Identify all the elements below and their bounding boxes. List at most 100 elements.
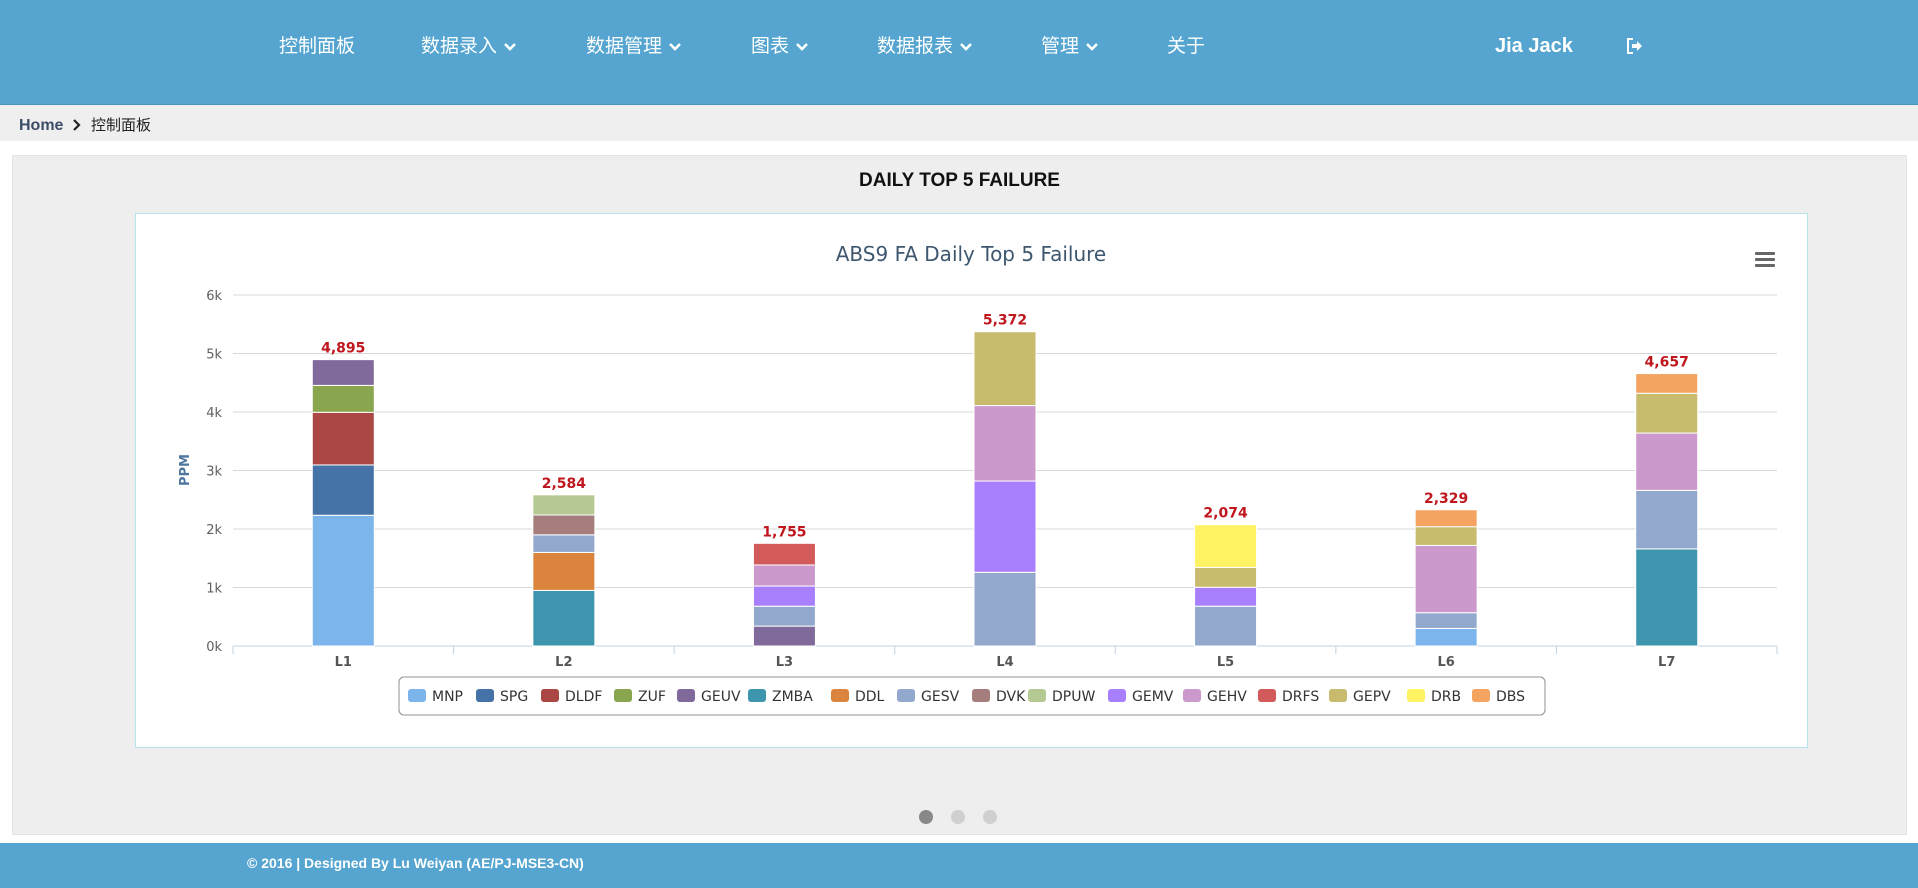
legend-label: ZMBA	[772, 689, 813, 705]
bar-segment-gesv-l2	[532, 534, 596, 553]
legend-swatch	[476, 689, 494, 702]
top-navbar: 控制面板 数据录入 数据管理 图表 数据报表 管理 关于 Jia Jack	[0, 0, 1918, 105]
y-axis-label: PPM	[178, 454, 193, 486]
bar-segment-dvk-l2	[532, 514, 596, 536]
legend-label: GEUV	[701, 689, 741, 705]
bar-segment-drb-l5	[1194, 524, 1258, 568]
stacked-bar-chart: ABS9 FA Daily Top 5 Failure 0k 1k 2k 3k 4k 5k 6…	[178, 242, 1778, 716]
carousel-dot-3[interactable]	[983, 810, 997, 824]
legend-swatch	[972, 689, 990, 702]
bar-total-label: 5,372	[983, 313, 1027, 329]
legend-label: GEPV	[1353, 689, 1391, 705]
legend-label: DRB	[1431, 689, 1461, 705]
legend-label: DPUW	[1052, 689, 1095, 705]
bar-segment-mnp-l1	[311, 514, 375, 647]
bar-segment-gehv-l6	[1414, 544, 1478, 614]
carousel-dot-1[interactable]	[919, 810, 933, 824]
nav-item-3[interactable]: 数据管理	[586, 31, 682, 61]
legend-label: GEHV	[1207, 689, 1247, 705]
y-tick-label: 4k	[206, 406, 222, 421]
y-tick-label: 5k	[206, 348, 222, 363]
footer: © 2016 | Designed By Lu Weiyan (AE/PJ-MS…	[0, 843, 1918, 888]
bar-segment-gepv-l6	[1414, 526, 1478, 546]
legend-swatch	[1183, 689, 1201, 702]
legend-swatch	[831, 689, 849, 702]
breadcrumb-current: 控制面板	[91, 116, 152, 134]
nav-item-7[interactable]: 关于	[1167, 31, 1205, 61]
y-tick-label: 2k	[206, 523, 222, 538]
x-tick-label: L4	[996, 655, 1013, 670]
legend-swatch	[1472, 689, 1490, 702]
legend-swatch	[1258, 689, 1276, 702]
bar-segment-ddl-l2	[532, 551, 596, 591]
bar-segment-drfs-l3	[752, 542, 816, 566]
legend-swatch	[408, 689, 426, 702]
bar-segment-gehv-l7	[1635, 432, 1699, 491]
bar-segment-spg-l1	[311, 464, 375, 516]
legend-label: DBS	[1496, 689, 1525, 705]
bar-total-label: 4,657	[1645, 355, 1689, 371]
bar-segment-gepv-l7	[1635, 392, 1699, 434]
nav-item-label: 管理	[1041, 35, 1080, 57]
bar-segment-gemv-l3	[752, 585, 816, 607]
bar-total-label: 4,895	[321, 341, 365, 357]
bar-segment-dbs-l7	[1635, 373, 1699, 394]
legend-label: DVK	[996, 689, 1026, 705]
nav-item-label: 数据录入	[421, 35, 498, 57]
legend-swatch	[1108, 689, 1126, 702]
nav-item-1[interactable]: 控制面板	[279, 31, 355, 61]
bar-segment-dpuw-l2	[532, 494, 596, 516]
bar-segment-gepv-l5	[1194, 566, 1258, 588]
chevron-down-icon	[796, 42, 808, 51]
nav-item-4[interactable]: 图表	[751, 31, 809, 61]
bar-segment-gesv-l5	[1194, 605, 1258, 647]
bar-segment-mnp-l6	[1414, 627, 1478, 647]
legend-label: DDL	[855, 689, 885, 705]
sign-out-icon[interactable]	[1624, 35, 1646, 57]
bar-segment-gesv-l3	[752, 605, 816, 627]
bar-segment-gesv-l7	[1635, 489, 1699, 550]
bar-segment-gehv-l4	[973, 405, 1037, 482]
hamburger-menu-icon[interactable]	[1755, 252, 1775, 267]
x-tick-label: L7	[1658, 655, 1675, 670]
legend-label: DRFS	[1282, 689, 1319, 705]
bar-total-label: 1,755	[762, 524, 806, 540]
bar-segment-gehv-l3	[752, 564, 816, 587]
y-tick-label: 3k	[206, 465, 222, 480]
chevron-down-icon	[504, 42, 516, 51]
bar-segment-zmba-l7	[1635, 548, 1699, 647]
nav-item-2[interactable]: 数据录入	[421, 31, 517, 61]
x-tick-label: L1	[335, 655, 352, 670]
legend-swatch	[677, 689, 695, 702]
dashboard-panel: DAILY TOP 5 FAILURE ABS9 FA Daily Top 5 …	[12, 155, 1907, 835]
chevron-down-icon	[669, 42, 681, 51]
legend-swatch	[1407, 689, 1425, 702]
nav-item-label: 数据报表	[877, 35, 954, 57]
legend-swatch	[541, 689, 559, 702]
breadcrumb: Home 控制面板	[19, 114, 151, 135]
bar-segment-gesv-l4	[973, 571, 1037, 647]
legend-label: GEMV	[1132, 689, 1174, 705]
bar-segment-gemv-l5	[1194, 586, 1258, 607]
legend-swatch	[614, 689, 632, 702]
chart-title: ABS9 FA Daily Top 5 Failure	[836, 242, 1107, 266]
nav-item-label: 数据管理	[586, 35, 663, 57]
legend-label: ZUF	[638, 689, 666, 705]
legend-swatch	[897, 689, 915, 702]
carousel-dot-2[interactable]	[951, 810, 965, 824]
bar-segment-dbs-l6	[1414, 509, 1478, 528]
legend-label: DLDF	[565, 689, 602, 705]
bar-segment-geuv-l1	[311, 359, 375, 386]
breadcrumb-home-link[interactable]: Home	[19, 117, 63, 134]
breadcrumb-bar: Home 控制面板	[0, 105, 1918, 141]
chart-card: ABS9 FA Daily Top 5 Failure 0k 1k 2k 3k 4k 5k 6…	[135, 213, 1808, 748]
chevron-right-icon	[73, 119, 81, 131]
nav-item-5[interactable]: 数据报表	[877, 31, 973, 61]
chevron-down-icon	[960, 42, 972, 51]
user-name[interactable]: Jia Jack	[1495, 31, 1573, 61]
nav-item-6[interactable]: 管理	[1041, 31, 1099, 61]
bar-total-label: 2,074	[1203, 506, 1248, 522]
legend-label: SPG	[500, 689, 528, 705]
x-tick-label: L2	[555, 655, 572, 670]
bar-total-label: 2,584	[542, 476, 587, 492]
